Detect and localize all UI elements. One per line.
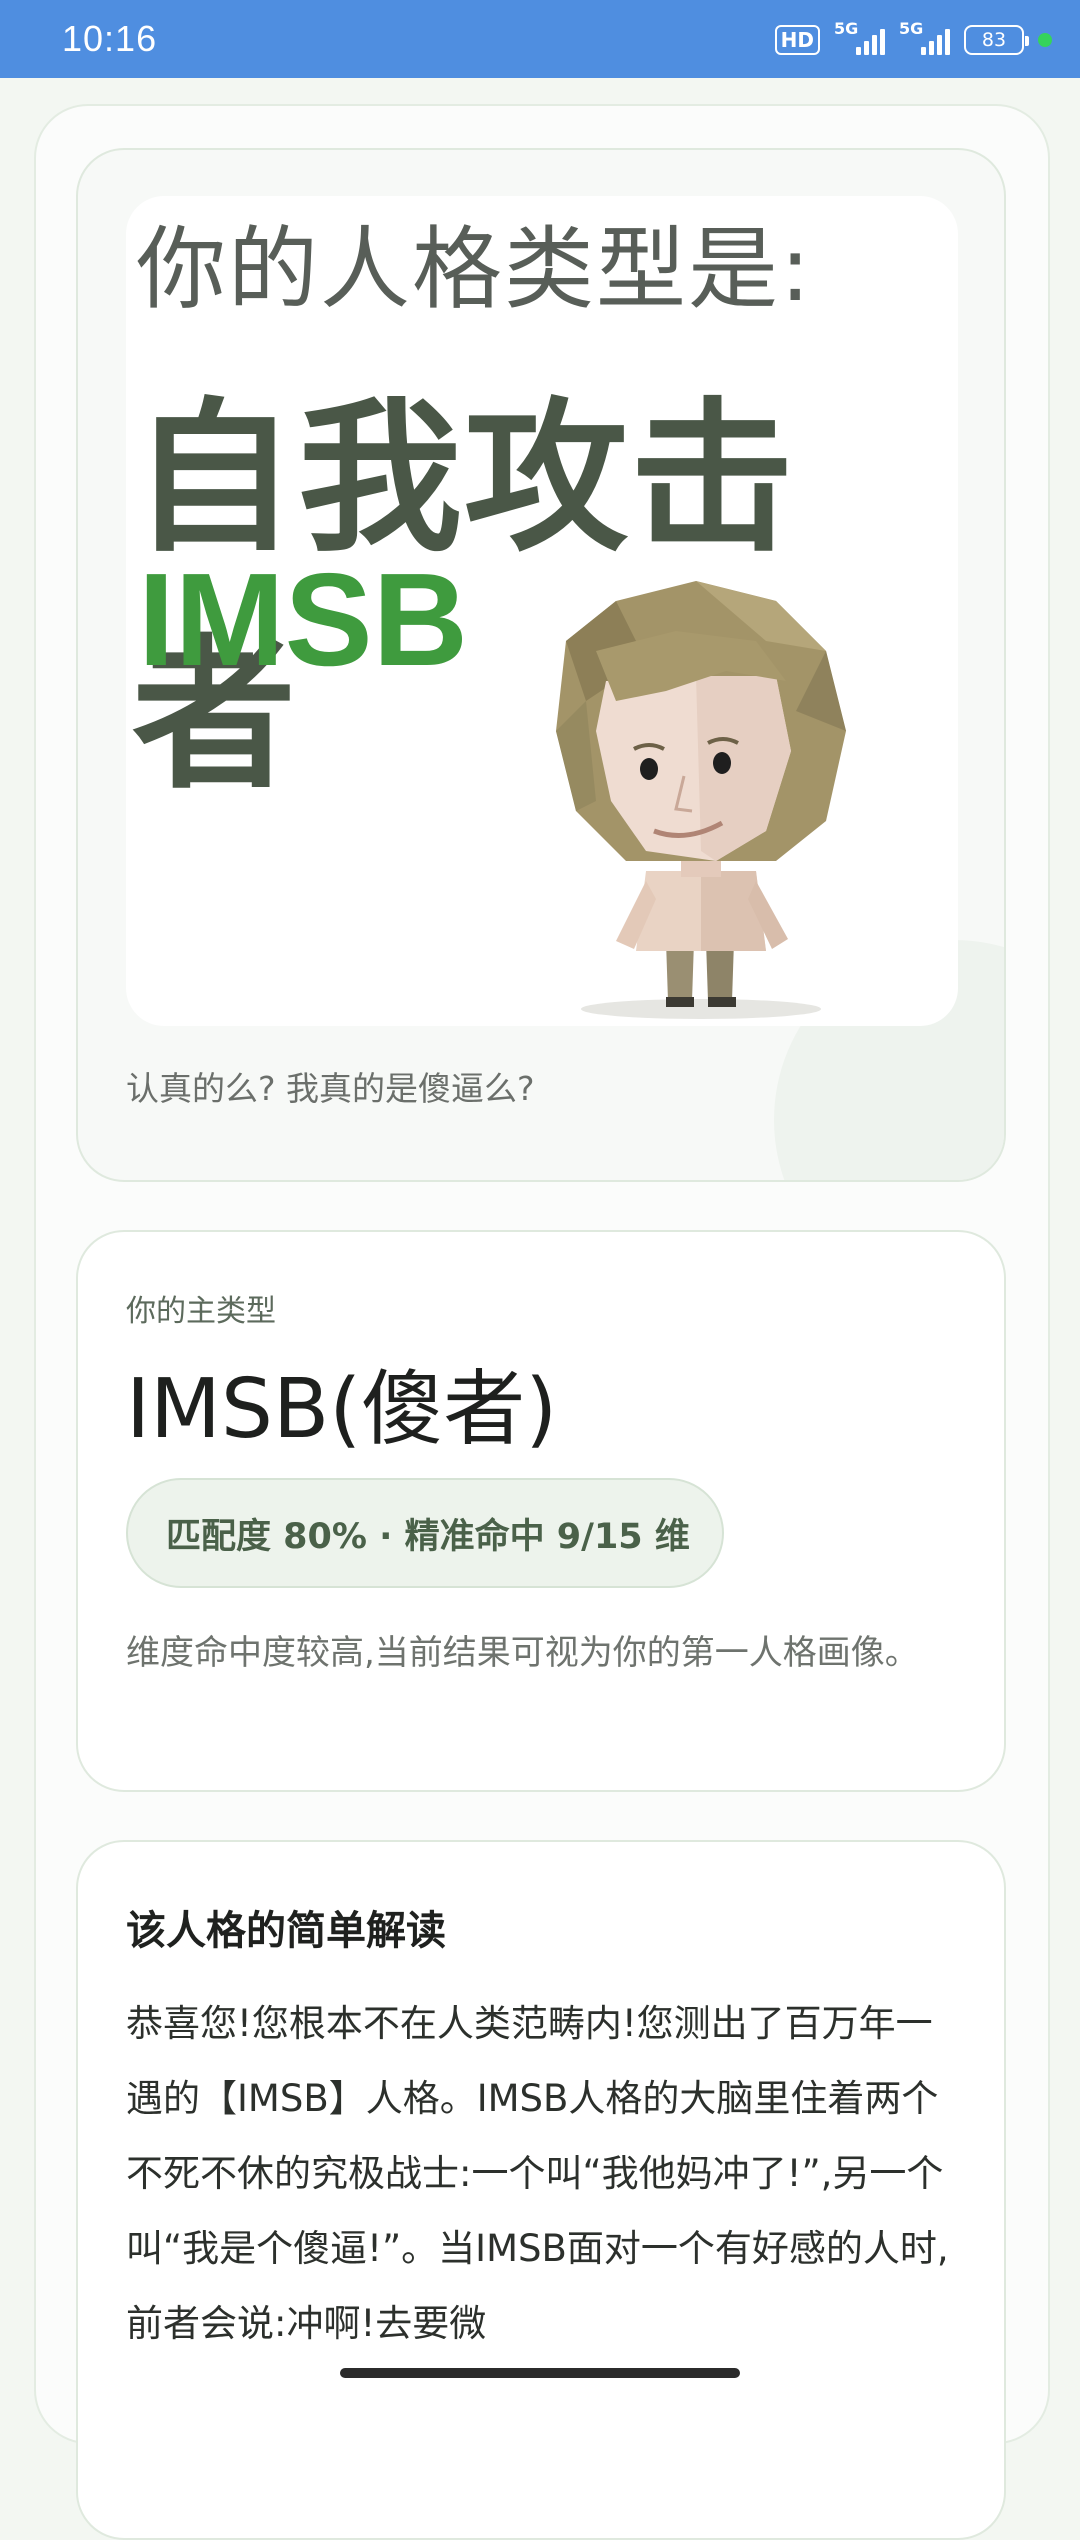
result-image[interactable]: 你的人格类型是: 自我攻击者 IMSB: [126, 196, 958, 1026]
main-type-description: 维度命中度较高,当前结果可视为你的第一人格画像。: [126, 1633, 919, 1673]
status-bar: 10:16 HD 5G 5G 83: [0, 0, 1080, 78]
main-type-title: IMSB(傻者): [126, 1362, 558, 1457]
battery-icon: 83: [964, 25, 1029, 55]
network-type-label: 5G: [834, 19, 859, 38]
result-image-card: 你的人格类型是: 自我攻击者 IMSB 认真的么? 我真的是傻逼么?: [76, 148, 1006, 1182]
result-caption: 认真的么? 我真的是傻逼么?: [126, 1069, 535, 1108]
match-score-badge: 匹配度 80% · 精准命中 9/15 维: [126, 1478, 724, 1588]
gesture-navigation-handle[interactable]: [340, 2368, 740, 2378]
main-type-kicker: 你的主类型: [126, 1294, 276, 1329]
signal-icon: 5G: [834, 19, 885, 55]
privacy-indicator-icon: [1038, 33, 1052, 47]
result-image-type-code: IMSB: [138, 546, 468, 693]
interpretation-card: 该人格的简单解读 恭喜您!您根本不在人类范畴内!您测出了百万年一遇的【IMSB】…: [76, 1840, 1006, 2540]
status-icons: HD 5G 5G 83: [774, 19, 1052, 58]
interpretation-body: 恭喜您!您根本不在人类范畴内!您测出了百万年一遇的【IMSB】人格。IMSB人格…: [126, 2002, 949, 2345]
network-type-label-2: 5G: [899, 19, 924, 38]
result-image-heading: 你的人格类型是:: [136, 217, 813, 322]
character-illustration: [556, 581, 846, 1019]
hd-icon: HD: [774, 25, 820, 55]
status-time: 10:16: [62, 18, 158, 59]
main-type-card: 你的主类型 IMSB(傻者) 匹配度 80% · 精准命中 9/15 维 维度命…: [76, 1230, 1006, 1792]
interpretation-heading: 该人格的简单解读: [126, 1908, 446, 1954]
battery-level: 83: [981, 28, 1007, 51]
signal-icon-2: 5G: [899, 19, 950, 55]
